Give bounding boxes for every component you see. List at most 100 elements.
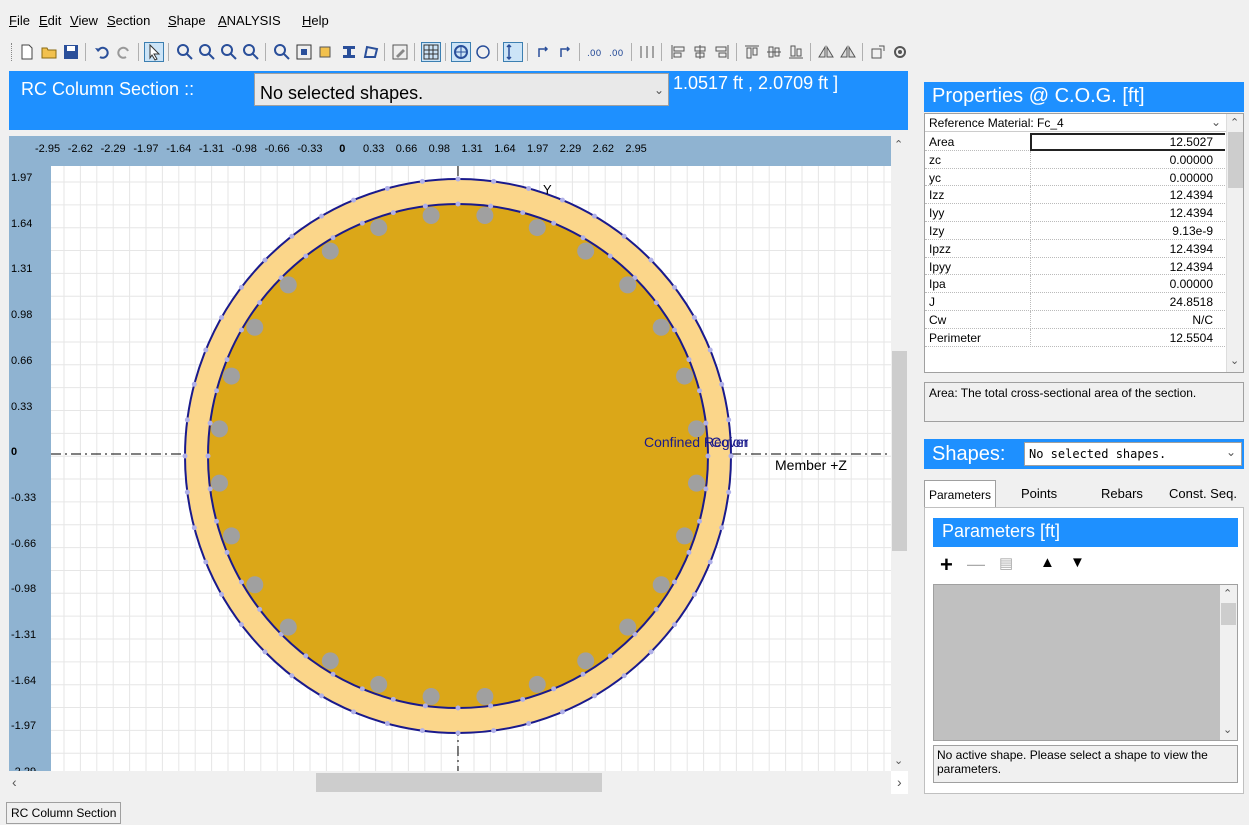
open-folder-icon[interactable] — [39, 42, 59, 62]
clipboard-icon[interactable]: ▤ — [999, 554, 1013, 572]
property-row[interactable]: Ipyy 12.4394 — [925, 257, 1225, 276]
properties-scroll-thumb[interactable] — [1228, 132, 1243, 188]
vertical-scroll-thumb[interactable] — [892, 351, 907, 551]
property-row[interactable]: zc 0.00000 — [925, 150, 1225, 169]
tab-parameters[interactable]: Parameters — [924, 480, 997, 508]
scroll-down-icon[interactable]: ⌄ — [894, 754, 903, 767]
centroid-icon[interactable] — [451, 42, 471, 62]
copy-shape-icon[interactable] — [317, 42, 337, 62]
horizontal-scroll-thumb[interactable] — [316, 773, 602, 792]
scroll-right-icon[interactable]: › — [897, 774, 902, 790]
property-row[interactable]: J 24.8518 — [925, 293, 1225, 311]
scroll-down-icon[interactable]: ⌄ — [1230, 354, 1239, 367]
select-pointer-icon[interactable] — [144, 42, 164, 62]
properties-grid[interactable]: Reference Material: Fc_4 ⌄ Area 12.5027 zc… — [924, 113, 1244, 373]
parameters-list[interactable]: ⌃ ⌄ — [933, 584, 1238, 741]
decimals-increase-icon[interactable]: .00 — [585, 42, 605, 62]
grid-icon[interactable] — [421, 42, 441, 62]
menu-shape[interactable]: Shape — [168, 13, 206, 28]
distribute-icon[interactable] — [637, 42, 657, 62]
scroll-up-icon[interactable]: ⌃ — [1223, 587, 1232, 600]
shapes-dropdown[interactable]: No selected shapes. ⌄ — [1024, 442, 1242, 466]
property-row[interactable]: Cw N/C — [925, 311, 1225, 329]
menu-help[interactable]: Help — [302, 13, 329, 28]
menu-section[interactable]: Section — [107, 13, 150, 28]
zoom-selection-icon[interactable] — [272, 42, 292, 62]
section-plot[interactable]: Y Confined Region Cover Member +Z — [51, 166, 891, 771]
property-row[interactable]: Iyy 12.4394 — [925, 204, 1225, 222]
reference-material-dropdown[interactable]: Reference Material: Fc_4 ⌄ — [925, 114, 1227, 132]
settings-gear-icon[interactable] — [890, 42, 910, 62]
tab-points[interactable]: Points — [1021, 480, 1057, 508]
cover-label: Cover — [711, 434, 749, 450]
i-beam-icon[interactable] — [339, 42, 359, 62]
mirror-y-icon[interactable] — [838, 42, 858, 62]
scroll-left-icon[interactable]: ‹ — [12, 774, 17, 790]
menu-edit[interactable]: Edit — [39, 13, 61, 28]
principal-axes-alt-icon[interactable] — [556, 42, 576, 62]
y-ruler-tick: -0.98 — [11, 583, 37, 596]
outline-vertex — [184, 489, 190, 495]
outline-vertex — [214, 518, 220, 524]
scroll-up-icon[interactable]: ⌃ — [894, 138, 903, 151]
principal-axes-icon[interactable] — [503, 42, 523, 62]
edit-pencil-icon[interactable] — [390, 42, 410, 62]
property-row[interactable]: Izy 9.13e-9 — [925, 222, 1225, 240]
decimals-decrease-icon[interactable]: .00 — [607, 42, 627, 62]
parameters-scroll-thumb[interactable] — [1221, 603, 1236, 625]
toolbar-separator — [810, 43, 811, 61]
properties-panel: Properties @ C.O.G. [ft] Reference Mater… — [924, 82, 1244, 432]
cursor-coordinates: 1.0517 ft , 2.0709 ft ] — [673, 73, 839, 93]
align-left-icon[interactable] — [668, 42, 688, 62]
redo-icon[interactable] — [114, 42, 134, 62]
tab-const-seq[interactable]: Const. Seq. — [1169, 480, 1237, 508]
menu-analysis[interactable]: ANALYSIS — [218, 13, 281, 28]
horizontal-scrollbar[interactable]: ‹ › — [9, 771, 902, 794]
zoom-extents-icon[interactable] — [294, 42, 314, 62]
rotate-shape-icon[interactable] — [868, 42, 888, 62]
rebar — [211, 420, 229, 438]
y-ruler-tick: 0.98 — [11, 309, 33, 322]
parameters-scrollbar[interactable]: ⌃ ⌄ — [1220, 585, 1237, 740]
x-ruler-tick: -1.64 — [166, 143, 192, 155]
property-row[interactable]: Area 12.5027 — [925, 133, 1225, 151]
scroll-down-icon[interactable]: ⌄ — [1223, 723, 1232, 736]
parameters-description: No active shape. Please select a shape t… — [933, 745, 1238, 783]
align-bottom-icon[interactable] — [786, 42, 806, 62]
vertical-scrollbar[interactable]: ⌃ ⌄ — [891, 136, 908, 771]
move-up-icon[interactable]: ▲ — [1040, 554, 1055, 571]
add-icon[interactable]: + — [940, 552, 953, 578]
menu-file[interactable]: File — [9, 13, 30, 28]
property-row[interactable]: Izz 12.4394 — [925, 186, 1225, 205]
undo-icon[interactable] — [92, 42, 112, 62]
status-bar: RC Column Section — [0, 800, 1249, 825]
menu-view[interactable]: View — [70, 13, 98, 28]
save-icon[interactable] — [61, 42, 81, 62]
tab-rebars[interactable]: Rebars — [1101, 480, 1143, 508]
align-top-icon[interactable] — [742, 42, 762, 62]
align-center-icon[interactable] — [690, 42, 710, 62]
property-row[interactable]: Ipzz 12.4394 — [925, 239, 1225, 258]
rebar — [370, 219, 388, 237]
polygon-icon[interactable] — [361, 42, 381, 62]
zoom-window-icon[interactable] — [241, 42, 261, 62]
zoom-in-icon[interactable] — [175, 42, 195, 62]
move-down-icon[interactable]: ▼ — [1070, 554, 1085, 571]
property-row[interactable]: Perimeter 12.5504 — [925, 328, 1225, 347]
section-header-bar: RC Column Section :: No selected shapes.… — [9, 71, 908, 130]
property-row[interactable]: Ipa 0.00000 — [925, 275, 1225, 294]
centroid-axes-icon[interactable] — [534, 42, 554, 62]
scroll-up-icon[interactable]: ⌃ — [1230, 116, 1239, 129]
zoom-out-icon[interactable] — [197, 42, 217, 62]
align-middle-icon[interactable] — [764, 42, 784, 62]
property-row[interactable]: yc 0.00000 — [925, 168, 1225, 187]
zoom-previous-icon[interactable] — [219, 42, 239, 62]
shape-selector-dropdown[interactable]: No selected shapes. ⌄ — [254, 73, 669, 106]
remove-icon[interactable]: — — [967, 554, 985, 575]
mirror-z-icon[interactable] — [816, 42, 836, 62]
new-file-icon[interactable] — [17, 42, 37, 62]
properties-scrollbar[interactable]: ⌃ ⌄ — [1226, 114, 1243, 372]
property-name: Cw — [929, 313, 947, 327]
align-right-icon[interactable] — [712, 42, 732, 62]
shear-center-icon[interactable] — [473, 42, 493, 62]
